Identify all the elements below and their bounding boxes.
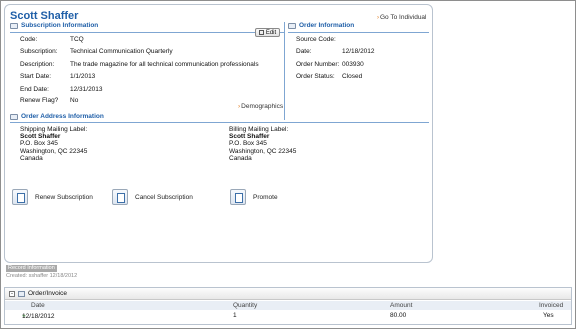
shipping-name: Scott Shaffer: [20, 133, 61, 141]
promote-label: Promote: [253, 193, 278, 201]
arrow-icon: ›: [238, 103, 241, 110]
shipping-line3: Canada: [20, 154, 43, 162]
field-value-date: 12/18/2012: [342, 48, 375, 55]
edit-label: Edit: [265, 29, 277, 36]
address-heading-label: Order Address Information: [21, 113, 104, 120]
column-header-invoiced[interactable]: Invoiced: [539, 302, 563, 309]
field-label-order-number: Order Number:: [296, 61, 340, 68]
field-label-order-status: Order Status:: [296, 73, 335, 80]
edit-icon: [258, 30, 264, 35]
page-title: Scott Shaffer: [10, 10, 79, 22]
billing-label-block: Billing Mailing Label: Scott Shaffer P.O…: [229, 126, 296, 162]
field-value-start-date: 1/1/2013: [70, 73, 96, 80]
field-value-order-status: Closed: [342, 73, 363, 80]
order-heading: Order Information: [288, 22, 354, 29]
shipping-label-title: Shipping Mailing Label:: [20, 126, 88, 133]
row-date-value: 12/18/2012: [22, 313, 55, 320]
cancel-subscription-button[interactable]: Cancel Subscription: [112, 189, 193, 205]
billing-line3: Canada: [229, 154, 252, 162]
created-text: Created: sshaffer 12/18/2012: [6, 273, 78, 279]
promote-icon: [230, 189, 246, 205]
renew-label: Renew Subscription: [35, 193, 93, 201]
field-label-renew-flag: Renew Flag?: [20, 97, 59, 104]
billing-line1: P.O. Box 345: [229, 140, 267, 148]
go-to-individual-label: Go To Individual: [380, 14, 427, 21]
divider: [288, 32, 429, 33]
section-icon: [288, 22, 296, 29]
field-value-end-date: 12/31/2013: [70, 86, 103, 93]
field-label-source-code: Source Code:: [296, 36, 336, 43]
field-label-start-date: Start Date:: [20, 73, 52, 80]
shipping-label-block: Shipping Mailing Label: Scott Shaffer P.…: [20, 126, 87, 162]
grid-icon: [18, 290, 25, 297]
cancel-icon: [112, 189, 128, 205]
column-header-amount[interactable]: Amount: [390, 302, 412, 309]
section-icon: [10, 22, 18, 29]
field-label-date: Date:: [296, 48, 312, 55]
subscription-heading: Subscription Information: [10, 22, 98, 29]
edit-button[interactable]: Edit: [255, 28, 280, 37]
column-header-row: Date Quantity Amount Invoiced: [5, 301, 571, 310]
record-information-badge[interactable]: Record Information: [6, 265, 57, 272]
row-invoiced: Yes: [543, 312, 554, 319]
billing-label-title: Billing Mailing Label:: [229, 126, 289, 133]
column-header-quantity[interactable]: Quantity: [233, 302, 257, 309]
row-amount: 80.00: [390, 312, 407, 319]
order-invoice-grid: - Order/Invoice Date Quantity Amount Inv…: [4, 287, 572, 325]
field-value-subscription: Technical Communication Quarterly: [70, 48, 173, 55]
grid-title: Order/Invoice: [28, 290, 68, 297]
field-label-description: Description:: [20, 61, 55, 68]
renew-icon: [12, 189, 28, 205]
go-to-individual-link[interactable]: ›Go To Individual: [377, 14, 427, 21]
shipping-line1: P.O. Box 345: [20, 140, 58, 148]
demographics-label: Demographics: [241, 103, 284, 110]
divider: [10, 32, 285, 33]
renew-subscription-button[interactable]: Renew Subscription: [12, 189, 93, 205]
subscription-heading-label: Subscription Information: [21, 22, 99, 29]
field-value-description: The trade magazine for all technical com…: [70, 61, 259, 68]
subscription-card: Scott Shaffer ›Go To Individual Subscrip…: [4, 4, 433, 263]
column-divider: [284, 22, 285, 120]
divider: [10, 122, 429, 123]
cancel-label: Cancel Subscription: [135, 193, 193, 201]
demographics-link[interactable]: ›Demographics: [238, 103, 283, 110]
field-value-order-number: 003930: [342, 61, 364, 68]
billing-line2: Washington, QC 22345: [229, 147, 297, 155]
billing-name: Scott Shaffer: [229, 133, 270, 141]
field-label-end-date: End Date:: [20, 86, 49, 93]
arrow-icon: ›: [377, 15, 379, 21]
field-label-code: Code:: [20, 36, 38, 43]
table-row[interactable]: +12/18/2012 1 80.00 Yes: [5, 311, 571, 320]
field-value-renew-flag: No: [70, 97, 79, 104]
field-value-code: TCQ: [70, 36, 84, 43]
address-heading: Order Address Information: [10, 113, 104, 120]
row-quantity: 1: [233, 312, 237, 319]
collapse-icon[interactable]: -: [9, 290, 15, 297]
column-header-date[interactable]: Date: [31, 302, 45, 309]
section-icon: [10, 113, 18, 120]
grid-header: - Order/Invoice: [5, 288, 571, 300]
field-label-subscription: Subscription:: [20, 48, 58, 55]
shipping-line2: Washington, QC 22345: [20, 147, 88, 155]
order-heading-label: Order Information: [299, 22, 355, 29]
promote-button[interactable]: Promote: [230, 189, 278, 205]
